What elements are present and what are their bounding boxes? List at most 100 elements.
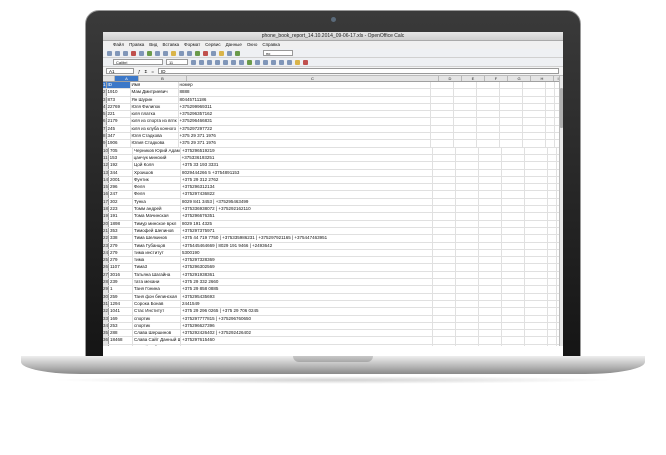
font-size-select[interactable]: 11 [166, 59, 188, 65]
cell[interactable] [456, 220, 480, 227]
cell[interactable]: 288 [109, 330, 134, 337]
cell[interactable] [548, 191, 558, 198]
indent-icon[interactable] [279, 59, 284, 65]
name-box[interactable]: A1 [106, 68, 134, 74]
cell[interactable] [433, 249, 457, 257]
cell[interactable] [431, 133, 454, 140]
cell[interactable] [433, 169, 457, 176]
cell[interactable]: 1906 [107, 140, 131, 147]
cell[interactable] [433, 162, 457, 169]
cell[interactable] [433, 322, 457, 330]
cell[interactable]: +375296312134 [181, 184, 434, 191]
cell[interactable]: 279 [109, 257, 134, 264]
cell[interactable] [500, 125, 523, 133]
cell[interactable]: 80445711186 [179, 96, 431, 103]
cell[interactable] [525, 198, 549, 206]
cell[interactable]: 192 [109, 162, 134, 169]
menu-item[interactable]: Вид [149, 41, 157, 49]
cell[interactable] [479, 293, 503, 300]
cell[interactable]: 276 [109, 344, 134, 346]
cell[interactable] [502, 279, 526, 286]
cell[interactable]: юля из клуба конного [131, 125, 179, 133]
cell[interactable] [525, 242, 549, 249]
cell[interactable] [502, 300, 526, 308]
column-header[interactable]: B [139, 76, 187, 81]
cell[interactable] [456, 147, 480, 154]
cell[interactable] [548, 147, 558, 154]
cell[interactable] [502, 220, 526, 227]
cell[interactable] [502, 264, 526, 271]
cell[interactable] [502, 286, 526, 293]
cell[interactable]: спортик [133, 322, 182, 330]
cell[interactable]: 239 [109, 279, 134, 286]
cell[interactable] [479, 315, 503, 322]
cell[interactable] [502, 169, 526, 176]
cell[interactable] [502, 293, 526, 300]
print-icon[interactable] [139, 50, 144, 56]
cell[interactable]: 338 [109, 235, 134, 242]
remove-decimal-icon[interactable] [271, 59, 276, 65]
cell[interactable]: Таня Гонина [133, 286, 182, 293]
cell[interactable] [456, 322, 480, 330]
cell[interactable]: 191 [109, 213, 134, 220]
cell[interactable]: +375296466831 [179, 118, 431, 125]
cell[interactable] [479, 206, 503, 213]
cell[interactable] [525, 308, 549, 315]
cell[interactable] [479, 227, 503, 235]
cell[interactable] [479, 162, 503, 169]
cell[interactable] [548, 227, 558, 235]
cell[interactable] [546, 140, 555, 147]
cell[interactable]: Стас Институт [133, 308, 182, 315]
copy-icon[interactable] [163, 50, 168, 56]
cell[interactable]: спортик [133, 315, 182, 322]
cell[interactable] [456, 235, 480, 242]
cell[interactable]: 247 [109, 191, 134, 198]
cell[interactable] [500, 133, 523, 140]
cell[interactable] [433, 206, 457, 213]
cell[interactable] [525, 220, 549, 227]
cell[interactable] [479, 330, 503, 337]
cell[interactable] [477, 133, 500, 140]
cell[interactable] [502, 330, 526, 337]
cell[interactable]: Феля [133, 191, 182, 198]
cell[interactable] [525, 213, 549, 220]
cell[interactable] [523, 133, 546, 140]
cell[interactable]: Тима Губанцов [133, 242, 182, 249]
cell[interactable] [525, 286, 549, 293]
help-icon[interactable] [235, 50, 240, 56]
cell[interactable] [454, 103, 477, 111]
cell[interactable] [548, 162, 558, 169]
cell[interactable]: Юлия Стадкова [131, 140, 179, 147]
cell[interactable] [479, 279, 503, 286]
cell[interactable] [433, 184, 457, 191]
cell[interactable]: 8029 191 4325 [181, 220, 434, 227]
cell[interactable] [433, 227, 457, 235]
cell[interactable] [433, 213, 457, 220]
cell[interactable] [548, 176, 558, 184]
cell[interactable] [479, 249, 503, 257]
cell[interactable] [502, 235, 526, 242]
save-icon[interactable] [123, 50, 128, 56]
cell[interactable]: 344 [109, 169, 134, 176]
cell[interactable]: Тима3 [133, 264, 182, 271]
cell[interactable] [502, 271, 526, 279]
cell[interactable]: 1 [109, 286, 134, 293]
cell[interactable]: Черников Юрий Адам [133, 147, 182, 154]
cell[interactable]: +375296676351 [181, 213, 434, 220]
cell[interactable]: тата механи [133, 279, 182, 286]
cell[interactable]: Фунтик [133, 176, 182, 184]
cell[interactable]: 2001 [109, 176, 134, 184]
cell[interactable]: Тунка [133, 198, 182, 206]
cell[interactable] [477, 96, 500, 103]
cell[interactable]: +375 29 371 1976 [179, 133, 431, 140]
cell[interactable]: Таня фон белинская [133, 293, 182, 300]
cell[interactable] [525, 249, 549, 257]
cell[interactable] [523, 118, 546, 125]
cell[interactable] [479, 235, 503, 242]
cell[interactable] [479, 176, 503, 184]
cell[interactable] [433, 198, 457, 206]
cell[interactable]: тима институт [133, 249, 182, 257]
cell[interactable] [500, 118, 523, 125]
cell[interactable] [433, 330, 457, 337]
cell[interactable]: 2441549 [181, 300, 434, 308]
